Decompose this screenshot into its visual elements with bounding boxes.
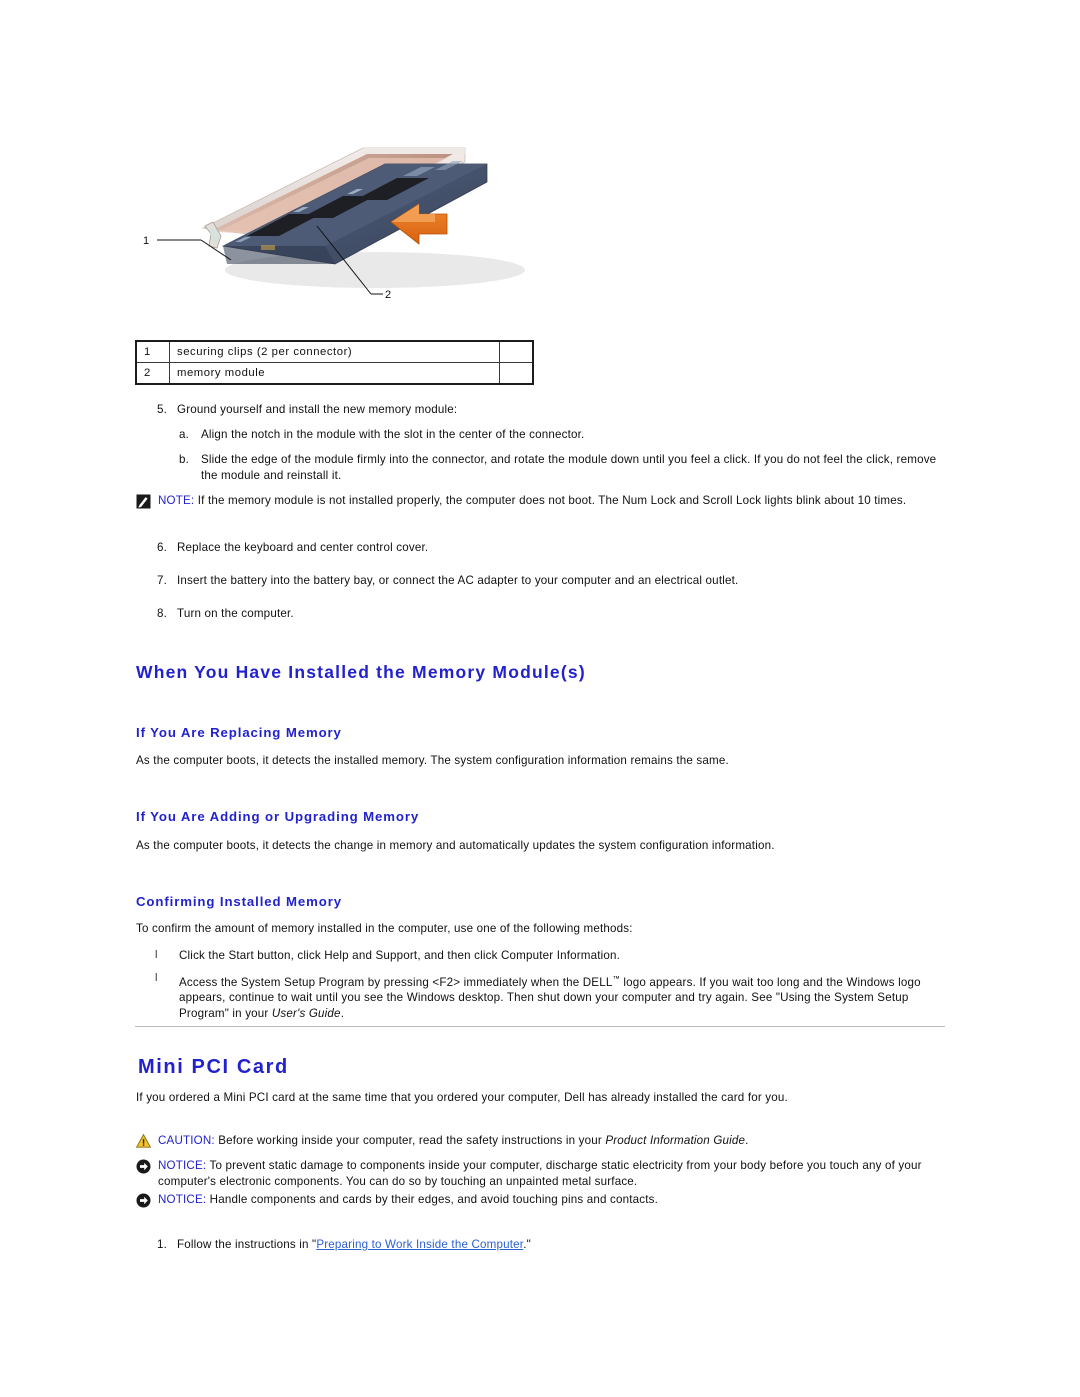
subheading-adding-memory: If You Are Adding or Upgrading Memory — [136, 809, 420, 824]
document-page: 1 2 1 securing clips (2 per connector) 2… — [0, 0, 1080, 1397]
memory-module-figure: 1 2 — [135, 118, 585, 323]
step-5-text: Ground yourself and install the new memo… — [177, 403, 458, 416]
mini-pci-step-1-marker: 1. — [156, 1238, 167, 1251]
caution-triangle-icon — [135, 1133, 152, 1150]
notice-text: To prevent static damage to components i… — [158, 1159, 922, 1188]
bullet-marker: l — [155, 972, 158, 984]
step-7-text: Insert the battery into the battery bay,… — [177, 574, 739, 587]
notice-text-wrap: NOTICE: Handle components and cards by t… — [158, 1192, 946, 1208]
note-pencil-icon — [136, 494, 152, 510]
users-guide-italic: User's Guide — [271, 1006, 341, 1020]
list-item-system-setup: l Access the System Setup Program by pre… — [155, 971, 945, 1021]
list-item-text-part3: . — [340, 1006, 345, 1020]
trademark-symbol: ™ — [612, 974, 620, 983]
notice-text-wrap: NOTICE: To prevent static damage to comp… — [158, 1158, 946, 1189]
note-block: NOTE: If the memory module is not instal… — [136, 493, 946, 509]
section-divider — [135, 1026, 945, 1027]
substep-a-marker: a. — [178, 428, 189, 441]
subheading-confirming-memory: Confirming Installed Memory — [136, 894, 343, 909]
step-5: 5. Ground yourself and install the new m… — [145, 402, 945, 418]
step-8-marker: 8. — [156, 607, 167, 620]
step-7: 7. Insert the battery into the battery b… — [145, 573, 945, 589]
caution-block: CAUTION: Before working inside your comp… — [135, 1133, 946, 1150]
section-heading-installed: When You Have Installed the Memory Modul… — [136, 662, 586, 682]
notice-block-static: NOTICE: To prevent static damage to comp… — [136, 1158, 946, 1189]
link-preparing-to-work-inside[interactable]: Preparing to Work Inside the Computer — [316, 1238, 523, 1251]
figure-callout-1: 1 — [143, 235, 149, 247]
caution-text-before: Before working inside your computer, rea… — [214, 1134, 606, 1147]
step-6: 6. Replace the keyboard and center contr… — [145, 540, 945, 556]
note-label: NOTE: — [158, 494, 195, 507]
figure-callout-table: 1 securing clips (2 per connector) 2 mem… — [135, 340, 534, 385]
callout-spacer — [499, 362, 534, 385]
substep-a-text: Align the notch in the module with the s… — [201, 428, 585, 441]
substep-a: a. Align the notch in the module with th… — [175, 427, 945, 443]
list-item-text-part1: Access the System Setup Program by press… — [179, 975, 613, 989]
notice-text: Handle components and cards by their edg… — [206, 1193, 659, 1206]
paragraph-mini-pci-intro: If you ordered a Mini PCI card at the sa… — [136, 1091, 788, 1104]
paragraph-confirming-intro: To confirm the amount of memory installe… — [136, 922, 633, 935]
table-row: 2 memory module — [135, 362, 534, 385]
list-item-start-button: l Click the Start button, click Help and… — [155, 948, 945, 964]
callout-number: 2 — [135, 362, 170, 385]
table-row: 1 securing clips (2 per connector) — [135, 340, 534, 363]
caution-text-after: . — [745, 1134, 749, 1147]
step-7-marker: 7. — [156, 574, 167, 587]
notice-label: NOTICE: — [158, 1159, 207, 1172]
note-text: If the memory module is not installed pr… — [197, 494, 907, 507]
caution-text-wrap: CAUTION: Before working inside your comp… — [158, 1133, 946, 1149]
step-8: 8. Turn on the computer. — [145, 606, 945, 622]
step-text-after: ." — [523, 1238, 531, 1251]
substep-b-text: Slide the edge of the module firmly into… — [201, 453, 937, 482]
notice-block-handling: NOTICE: Handle components and cards by t… — [136, 1192, 946, 1208]
subheading-replacing-memory: If You Are Replacing Memory — [136, 725, 342, 740]
substep-b: b. Slide the edge of the module firmly i… — [175, 452, 945, 483]
paragraph-replacing-memory: As the computer boots, it detects the in… — [136, 754, 729, 767]
notice-label: NOTICE: — [158, 1193, 207, 1206]
product-info-guide-italic: Product Information Guide — [605, 1134, 746, 1147]
callout-description: memory module — [169, 362, 500, 385]
caution-label: CAUTION: — [158, 1134, 215, 1147]
step-6-marker: 6. — [156, 541, 167, 554]
list-item-text: Access the System Setup Program by press… — [179, 971, 945, 1021]
section-heading-mini-pci: Mini PCI Card — [138, 1056, 289, 1078]
list-item-text: Click the Start button, click Help and S… — [179, 949, 621, 962]
paragraph-adding-memory: As the computer boots, it detects the ch… — [136, 839, 775, 852]
figure-callout-2: 2 — [385, 289, 391, 301]
step-8-text: Turn on the computer. — [177, 607, 294, 620]
step-text-before: Follow the instructions in " — [177, 1238, 317, 1251]
mini-pci-step-1-text: Follow the instructions in "Preparing to… — [177, 1237, 945, 1253]
step-6-text: Replace the keyboard and center control … — [177, 541, 429, 554]
callout-number: 1 — [135, 340, 170, 363]
note-text-wrap: NOTE: If the memory module is not instal… — [158, 493, 946, 509]
notice-arrow-icon — [136, 1159, 152, 1175]
callout-spacer — [499, 340, 534, 363]
substep-b-marker: b. — [178, 453, 189, 466]
step-5-marker: 5. — [156, 403, 167, 416]
mini-pci-step-1: 1. Follow the instructions in "Preparing… — [145, 1237, 945, 1253]
bullet-marker: l — [155, 949, 158, 961]
callout-description: securing clips (2 per connector) — [169, 340, 500, 363]
notice-arrow-icon — [136, 1193, 152, 1209]
memory-module-illustration: 1 2 — [143, 147, 525, 301]
